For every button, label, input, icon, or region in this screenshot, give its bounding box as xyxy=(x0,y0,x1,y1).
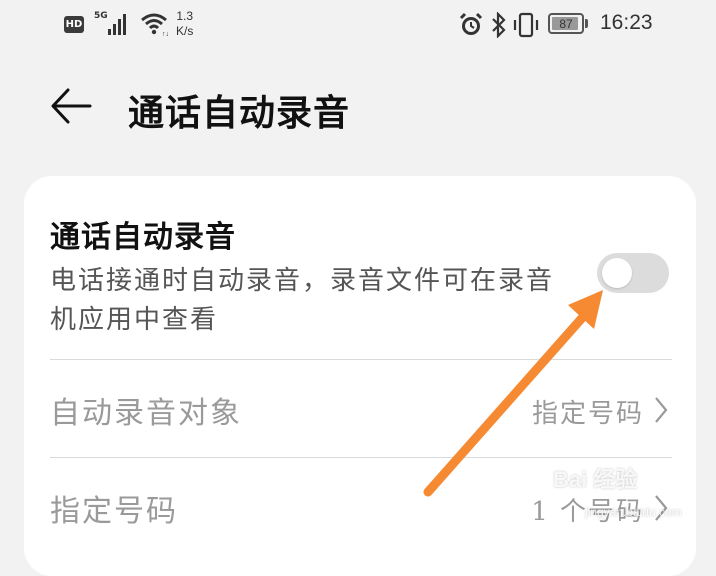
page-title: 通话自动录音 xyxy=(128,92,351,134)
net-speed-unit: K/s xyxy=(176,24,194,38)
chevron-right-icon xyxy=(655,397,668,423)
auto-record-toggle[interactable] xyxy=(597,253,669,293)
status-time: 16:23 xyxy=(600,11,653,34)
svg-text:↑↓: ↑↓ xyxy=(162,31,168,36)
battery-icon: 87 xyxy=(548,13,584,34)
battery-level: 87 xyxy=(559,16,573,31)
toggle-knob xyxy=(602,258,632,288)
bluetooth-icon xyxy=(492,12,506,38)
cellular-signal-icon: 5G xyxy=(94,11,130,37)
auto-record-target-value: 指定号码 xyxy=(531,399,644,429)
auto-record-title: 通话自动录音 xyxy=(50,220,236,255)
status-bar: HD 5G ↑↓ 1.3 K/s 87 16:23 xyxy=(0,0,716,48)
watermark: Bai 经验 xyxy=(553,467,638,492)
hd-badge: HD xyxy=(64,15,84,33)
back-arrow-icon xyxy=(51,88,92,124)
wifi-icon: ↑↓ xyxy=(141,13,168,36)
net-speed-value: 1.3 xyxy=(176,9,194,23)
battery-tip xyxy=(585,19,588,28)
specified-numbers-label: 指定号码 xyxy=(50,494,178,529)
alarm-icon xyxy=(459,12,483,35)
back-button[interactable] xyxy=(48,84,96,128)
vibrate-icon xyxy=(513,12,539,38)
auto-record-target-label: 自动录音对象 xyxy=(50,396,242,431)
auto-record-description: 电话接通时自动录音，录音文件可在录音机应用中查看 xyxy=(50,266,555,335)
status-bar-left: HD 5G ↑↓ 1.3 K/s xyxy=(64,8,193,40)
net-speed: 1.3 K/s xyxy=(176,9,193,39)
watermark-sub: jingyan.baidu.com xyxy=(585,505,682,519)
